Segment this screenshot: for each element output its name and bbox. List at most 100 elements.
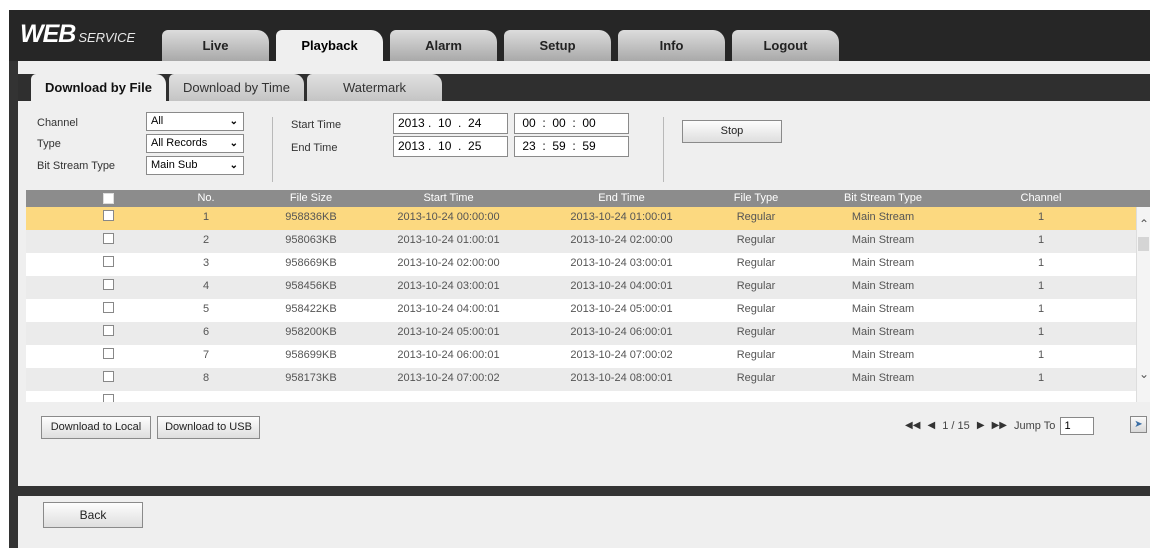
nav-tab-live[interactable]: Live <box>162 30 269 61</box>
cell-start-time: 2013-10-24 00:00:00 <box>397 211 500 223</box>
channel-select-value: All <box>151 115 164 127</box>
chevron-down-icon: ⌄ <box>229 138 238 149</box>
filter-divider <box>663 117 664 182</box>
table-scrollbar[interactable]: ⌃ ⌄ <box>1136 207 1150 402</box>
row-checkbox[interactable] <box>103 371 114 382</box>
cell-end-time: 2013-10-24 06:00:01 <box>570 326 673 338</box>
cell-end-time: 2013-10-24 07:00:02 <box>570 349 673 361</box>
row-checkbox[interactable] <box>103 348 114 359</box>
row-checkbox[interactable] <box>103 394 114 402</box>
cell-end-time: 2013-10-24 04:00:01 <box>570 280 673 292</box>
cell-end-time: 2013-10-24 02:00:00 <box>570 234 673 246</box>
page-indicator: 1 / 15 <box>942 420 970 433</box>
tab-download-by-file[interactable]: Download by File <box>31 74 166 101</box>
cell-file-size: 958669KB <box>285 257 337 269</box>
cell-file-size: 958836KB <box>285 211 337 223</box>
logo-web: WEB <box>20 20 76 48</box>
start-time-label: Start Time <box>291 119 342 131</box>
bitstream-label: Bit Stream Type <box>37 160 116 172</box>
select-all-checkbox[interactable] <box>103 193 114 204</box>
cell-channel: 1 <box>1037 257 1045 269</box>
table-row[interactable]: 1 958836KB 2013-10-24 00:00:00 2013-10-2… <box>26 207 1136 230</box>
cell-bit-stream-type: Main Stream <box>851 372 915 384</box>
go-arrow-icon[interactable]: ➤ <box>1130 416 1147 433</box>
tab-watermark[interactable]: Watermark <box>307 74 442 101</box>
start-date-field[interactable]: 2013 . 10 . 24 <box>393 113 508 134</box>
table-row[interactable]: 4 958456KB 2013-10-24 03:00:01 2013-10-2… <box>26 276 1136 299</box>
cell-file-type: Regular <box>736 326 776 338</box>
cell-start-time: 2013-10-24 02:00:00 <box>397 257 500 269</box>
table-row[interactable]: 5 958422KB 2013-10-24 04:00:01 2013-10-2… <box>26 299 1136 322</box>
app-window: WEB SERVICE Live Playback Alarm Setup Inf… <box>9 10 1150 548</box>
table-row[interactable]: 3 958669KB 2013-10-24 02:00:00 2013-10-2… <box>26 253 1136 276</box>
row-checkbox[interactable] <box>103 325 114 336</box>
row-checkbox[interactable] <box>103 233 114 244</box>
jump-to-input[interactable]: 1 <box>1060 417 1095 436</box>
cell-file-size: 958456KB <box>285 280 337 292</box>
table-row[interactable]: 7 958699KB 2013-10-24 06:00:01 2013-10-2… <box>26 345 1136 368</box>
row-checkbox[interactable] <box>103 302 114 313</box>
download-to-local-button[interactable]: Download to Local <box>41 416 151 439</box>
chevron-down-icon[interactable]: ⌄ <box>1137 367 1150 383</box>
cell-no: 5 <box>202 303 210 315</box>
cell-bit-stream-type: Main Stream <box>851 349 915 361</box>
cell-file-size: 958422KB <box>285 303 337 315</box>
first-page-icon[interactable]: ◀◀ <box>905 416 920 436</box>
cell-no: 2 <box>202 234 210 246</box>
end-time-field[interactable]: 23 : 59 : 59 <box>514 136 629 157</box>
cell-bit-stream-type: Main Stream <box>851 280 915 292</box>
row-checkbox[interactable] <box>103 210 114 221</box>
cell-end-time: 2013-10-24 03:00:01 <box>570 257 673 269</box>
cell-file-type: Regular <box>736 234 776 246</box>
table-row[interactable]: 6 958200KB 2013-10-24 05:00:01 2013-10-2… <box>26 322 1136 345</box>
cell-end-time: 2013-10-24 05:00:01 <box>570 303 673 315</box>
bitstream-select[interactable]: Main Sub ⌄ <box>146 156 244 175</box>
end-time-label: End Time <box>291 142 338 154</box>
next-page-icon[interactable]: ▶ <box>977 416 985 436</box>
tab-download-by-time[interactable]: Download by Time <box>169 74 304 101</box>
cell-bit-stream-type: Main Stream <box>851 326 915 338</box>
col-no: No. <box>197 192 215 204</box>
prev-page-icon[interactable]: ◀ <box>927 416 935 436</box>
nav-tab-info[interactable]: Info <box>618 30 725 61</box>
table-row[interactable]: 8 958173KB 2013-10-24 07:00:02 2013-10-2… <box>26 368 1136 391</box>
col-end-time: End Time <box>598 192 645 204</box>
cell-file-type: Regular <box>736 349 776 361</box>
cell-no: 7 <box>202 349 210 361</box>
nav-tab-logout[interactable]: Logout <box>732 30 839 61</box>
cell-no: 6 <box>202 326 210 338</box>
cell-end-time: 2013-10-24 01:00:01 <box>570 211 673 223</box>
end-date-field[interactable]: 2013 . 10 . 25 <box>393 136 508 157</box>
row-checkbox[interactable] <box>103 279 114 290</box>
cell-channel: 1 <box>1037 349 1045 361</box>
cell-file-type: Regular <box>736 257 776 269</box>
stop-button[interactable]: Stop <box>682 120 782 143</box>
cell-file-size: 958063KB <box>285 234 337 246</box>
cell-end-time: 2013-10-24 08:00:01 <box>570 372 673 384</box>
back-button[interactable]: Back <box>43 502 143 528</box>
type-select-value: All Records <box>151 137 208 149</box>
col-channel: Channel <box>1020 192 1062 204</box>
type-select[interactable]: All Records ⌄ <box>146 134 244 153</box>
nav-tab-alarm[interactable]: Alarm <box>390 30 497 61</box>
start-time-field[interactable]: 00 : 00 : 00 <box>514 113 629 134</box>
cell-channel: 1 <box>1037 211 1045 223</box>
scroll-thumb[interactable] <box>1138 237 1149 251</box>
chevron-down-icon: ⌄ <box>229 116 238 127</box>
download-to-usb-button[interactable]: Download to USB <box>157 416 260 439</box>
nav-tab-playback[interactable]: Playback <box>276 30 383 61</box>
nav-tab-setup[interactable]: Setup <box>504 30 611 61</box>
col-file-type: File Type <box>733 192 779 204</box>
col-bit-stream-type: Bit Stream Type <box>843 192 923 204</box>
bottom-bar: Back <box>18 486 1150 548</box>
channel-select[interactable]: All ⌄ <box>146 112 244 131</box>
chevron-up-icon[interactable]: ⌃ <box>1137 217 1150 233</box>
bitstream-select-value: Main Sub <box>151 159 198 171</box>
cell-start-time: 2013-10-24 07:00:02 <box>397 372 500 384</box>
table-row[interactable]: 2 958063KB 2013-10-24 01:00:01 2013-10-2… <box>26 230 1136 253</box>
table-row-partial[interactable] <box>26 391 1136 402</box>
last-page-icon[interactable]: ▶▶ <box>992 416 1007 436</box>
row-checkbox[interactable] <box>103 256 114 267</box>
top-header: WEB SERVICE Live Playback Alarm Setup Inf… <box>9 10 1150 61</box>
logo-service: SERVICE <box>78 30 136 45</box>
